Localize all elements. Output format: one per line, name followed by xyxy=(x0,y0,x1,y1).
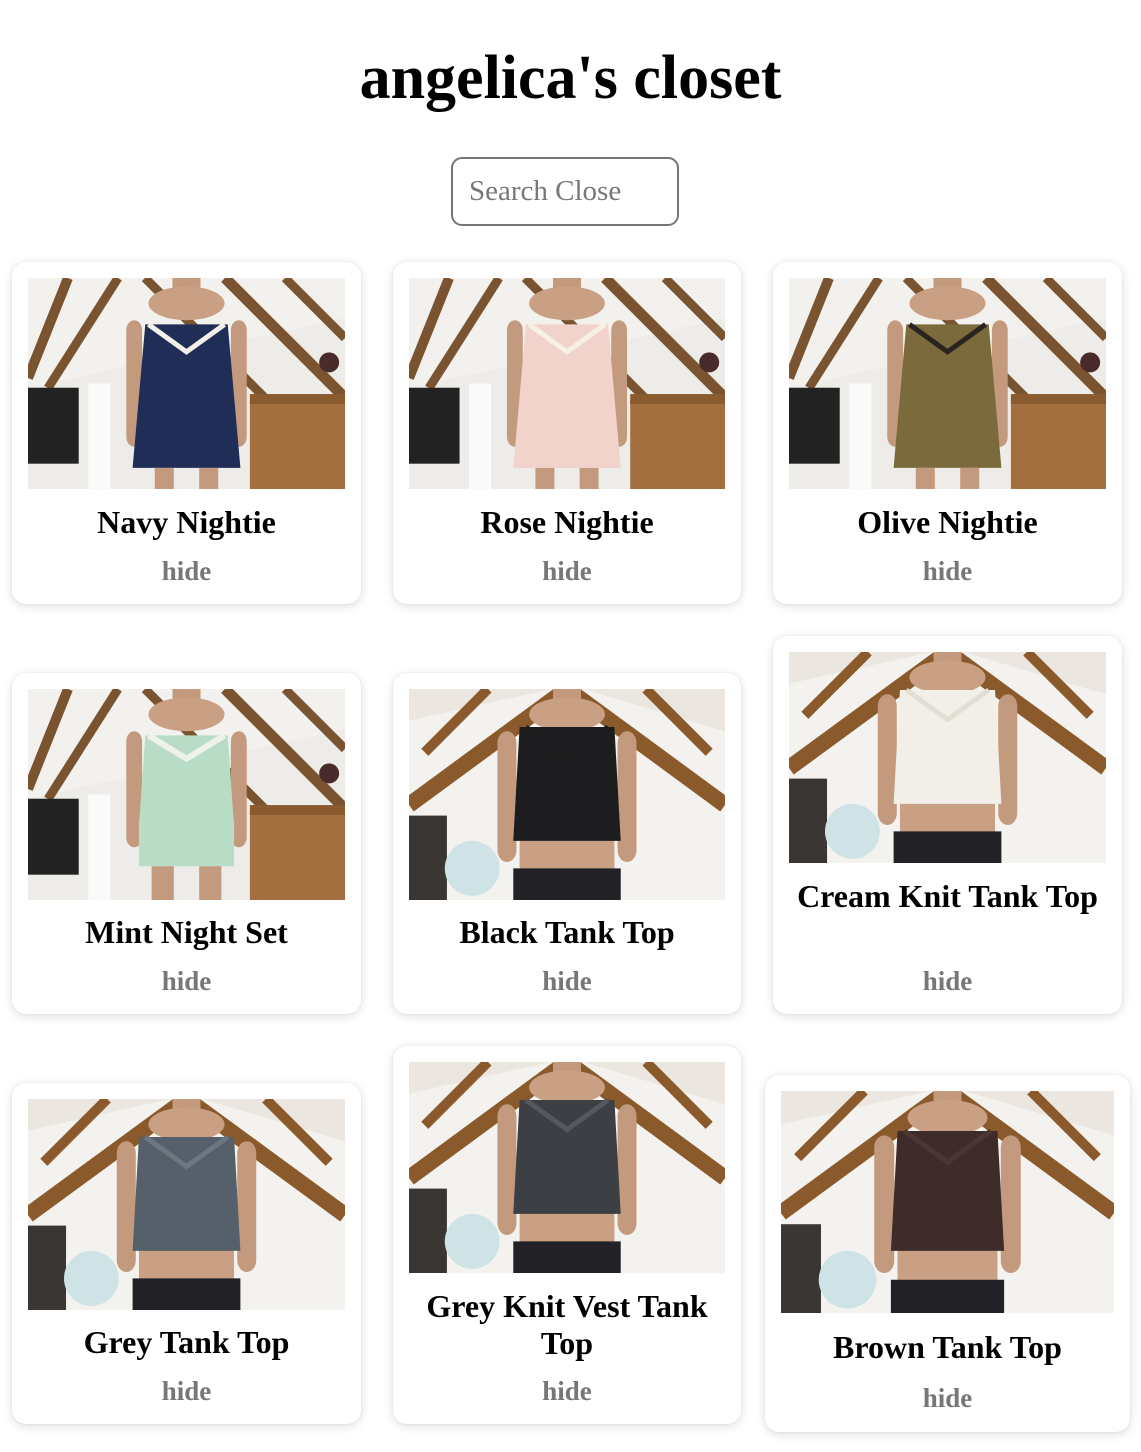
item-name: Cream Knit Tank Top xyxy=(797,878,1098,914)
item-photo xyxy=(28,278,345,489)
item-name: Olive Nightie xyxy=(857,504,1038,540)
item-name: Navy Nightie xyxy=(97,504,276,540)
item-name: Grey Tank Top xyxy=(83,1324,290,1360)
item-name: Rose Nightie xyxy=(480,504,654,540)
hide-button[interactable]: hide xyxy=(393,556,741,586)
item-photo xyxy=(789,278,1106,489)
search-input[interactable] xyxy=(451,157,679,226)
item-card-olive-nightie: Olive Nightie hide xyxy=(773,262,1122,604)
hide-button[interactable]: hide xyxy=(773,966,1122,996)
item-card-grey-knit-vest-tank-top: Grey Knit Vest Tank Top hide xyxy=(393,1046,741,1424)
item-card-rose-nightie: Rose Nightie hide xyxy=(393,262,741,604)
item-photo xyxy=(28,689,345,900)
item-card-grey-tank-top: Grey Tank Top hide xyxy=(12,1083,361,1424)
hide-button[interactable]: hide xyxy=(773,556,1122,586)
item-photo xyxy=(409,1062,725,1273)
item-photo xyxy=(789,652,1106,863)
item-name: Brown Tank Top xyxy=(833,1329,1062,1365)
item-card-brown-tank-top: Brown Tank Top hide xyxy=(765,1075,1130,1432)
closet-page: angelica's closet Navy Nightie hide xyxy=(0,0,1141,1452)
item-name: Mint Night Set xyxy=(85,914,288,950)
item-card-cream-knit-tank-top: Cream Knit Tank Top hide xyxy=(773,636,1122,1014)
item-name: Black Tank Top xyxy=(459,914,675,950)
item-card-navy-nightie: Navy Nightie hide xyxy=(12,262,361,604)
item-photo xyxy=(781,1091,1114,1313)
item-photo xyxy=(28,1099,345,1310)
item-card-black-tank-top: Black Tank Top hide xyxy=(393,673,741,1014)
item-name: Grey Knit Vest Tank Top xyxy=(426,1288,708,1361)
hide-button[interactable]: hide xyxy=(393,966,741,996)
item-photo xyxy=(409,689,725,900)
hide-button[interactable]: hide xyxy=(12,556,361,586)
page-title: angelica's closet xyxy=(359,44,782,112)
hide-button[interactable]: hide xyxy=(393,1376,741,1406)
hide-button[interactable]: hide xyxy=(12,966,361,996)
item-card-mint-night-set: Mint Night Set hide xyxy=(12,673,361,1014)
hide-button[interactable]: hide xyxy=(765,1383,1130,1413)
item-photo xyxy=(409,278,725,489)
hide-button[interactable]: hide xyxy=(12,1376,361,1406)
